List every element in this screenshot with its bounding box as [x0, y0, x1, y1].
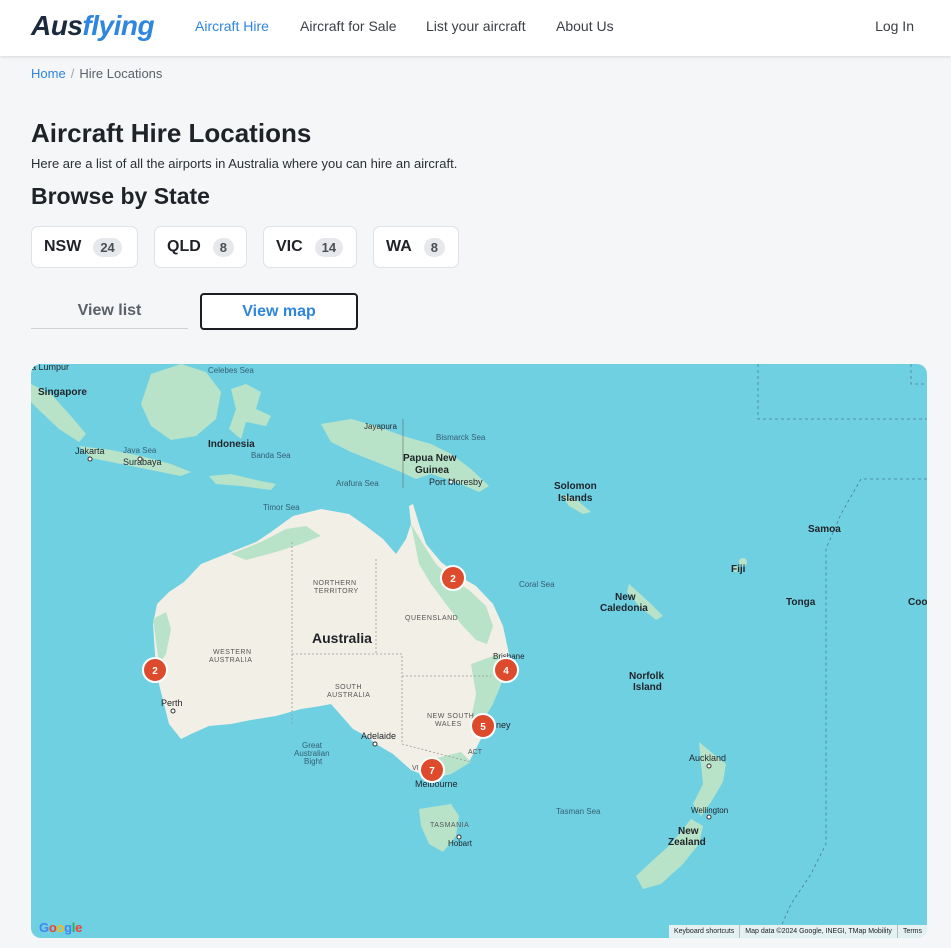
state-count-badge: 8: [423, 237, 446, 257]
state-chip-qld[interactable]: QLD 8: [154, 226, 247, 268]
cluster-count: 4: [503, 666, 509, 677]
map-label: Solomon: [554, 481, 597, 492]
breadcrumb-home[interactable]: Home: [31, 66, 66, 81]
map-label: Zealand: [668, 837, 706, 848]
map-label: NORTHERN: [313, 580, 357, 587]
top-navbar: Ausflying Aircraft Hire Aircraft for Sal…: [0, 0, 951, 56]
map-label: Australia: [312, 630, 372, 646]
map-label: Port Moresby: [429, 477, 483, 487]
map-label: Celebes Sea: [208, 366, 254, 375]
map-label: Caledonia: [600, 603, 648, 614]
page-title: Aircraft Hire Locations: [31, 118, 312, 148]
terms-link[interactable]: Terms: [896, 925, 927, 938]
ausflying-logo[interactable]: Ausflying: [31, 10, 155, 42]
map-label: Islands: [558, 493, 593, 504]
nav-about-us[interactable]: About Us: [556, 18, 614, 34]
map-label: TERRITORY: [314, 588, 359, 595]
map-label: Tonga: [786, 597, 816, 608]
map-label: Tasman Sea: [556, 807, 601, 816]
map-label: AUSTRALIA: [209, 657, 252, 664]
state-count-badge: 14: [314, 237, 344, 257]
cluster-count: 2: [152, 666, 158, 677]
state-code: QLD: [167, 238, 201, 255]
map-label: New: [615, 592, 636, 603]
state-code: WA: [386, 238, 412, 255]
map-label: Hobart: [448, 839, 473, 848]
map-label: ney: [496, 720, 511, 730]
map-label: Guinea: [415, 465, 449, 476]
map-attribution-bar: Keyboard shortcuts Map data ©2024 Google…: [668, 925, 927, 938]
map-label: Jayapura: [364, 422, 397, 431]
map-label: Jakarta: [75, 446, 105, 456]
cluster-marker[interactable]: 4: [493, 657, 519, 683]
cluster-count: 2: [450, 574, 456, 585]
map-label: Wellington: [691, 806, 728, 815]
page-subtitle: Here are a list of all the airports in A…: [31, 156, 458, 171]
map-label: Bight: [304, 757, 323, 766]
map-label: Timor Sea: [263, 503, 300, 512]
breadcrumb-separator: /: [70, 66, 75, 81]
nav-list-your-aircraft[interactable]: List your aircraft: [426, 18, 526, 34]
map-label: Perth: [161, 698, 183, 708]
map-label: ACT: [468, 749, 483, 756]
keyboard-shortcuts-link[interactable]: Keyboard shortcuts: [669, 925, 739, 938]
state-code: NSW: [44, 238, 82, 255]
view-list-tab[interactable]: View list: [31, 293, 188, 329]
browse-by-state-heading: Browse by State: [31, 183, 210, 209]
map-label: Indonesia: [208, 439, 255, 450]
nav-aircraft-hire[interactable]: Aircraft Hire: [195, 18, 269, 34]
map-label: Arafura Sea: [336, 479, 379, 488]
map-label: Coo: [908, 597, 927, 608]
breadcrumb-current: Hire Locations: [79, 66, 163, 81]
map-label: SOUTH: [335, 684, 362, 691]
sulawesi-landmass: [229, 384, 271, 439]
cluster-count: 5: [480, 722, 486, 733]
state-code: VIC: [276, 238, 303, 255]
map-data-attribution: Map data ©2024 Google, INEGI, TMap Mobil…: [739, 925, 897, 938]
state-count-badge: 8: [212, 237, 235, 257]
map-label: NEW SOUTH: [427, 713, 474, 720]
map-label: Auckland: [689, 753, 726, 763]
map-canvas: a Lumpur Singapore Celebes Sea Jakarta J…: [31, 364, 927, 938]
map-label: Singapore: [38, 387, 87, 398]
map-label: QUEENSLAND: [405, 615, 458, 622]
map-label: Coral Sea: [519, 580, 555, 589]
map-label: Island: [633, 682, 662, 693]
map-label: Banda Sea: [251, 451, 291, 460]
google-logo: Google: [39, 920, 83, 935]
map-label: a Lumpur: [31, 364, 69, 372]
map-label: Java Sea: [123, 446, 157, 455]
breadcrumb: Home / Hire Locations: [31, 66, 162, 81]
locations-map[interactable]: a Lumpur Singapore Celebes Sea Jakarta J…: [31, 364, 927, 938]
map-label: Papua New: [403, 453, 457, 464]
map-label: Norfolk: [629, 671, 664, 682]
map-label: Bismarck Sea: [436, 433, 486, 442]
map-label: Fiji: [731, 564, 746, 575]
map-label: WALES: [435, 721, 462, 728]
map-label: VI: [412, 765, 419, 772]
cluster-marker[interactable]: 5: [470, 713, 496, 739]
state-count-badge: 24: [93, 237, 122, 257]
cluster-marker[interactable]: 7: [419, 757, 445, 783]
state-chip-wa[interactable]: WA 8: [373, 226, 459, 268]
map-label: TASMANIA: [430, 822, 469, 829]
map-label: Adelaide: [361, 731, 396, 741]
map-label: WESTERN: [213, 649, 252, 656]
map-label: Samoa: [808, 524, 841, 535]
map-label: AUSTRALIA: [327, 692, 370, 699]
cluster-marker[interactable]: 2: [440, 565, 466, 591]
view-map-tab[interactable]: View map: [200, 293, 358, 330]
borneo-landmass: [141, 364, 221, 440]
cluster-count: 7: [429, 766, 435, 777]
state-chip-nsw[interactable]: NSW 24: [31, 226, 138, 268]
map-label: New: [678, 826, 699, 837]
login-link[interactable]: Log In: [875, 18, 914, 34]
state-chip-vic[interactable]: VIC 14: [263, 226, 357, 268]
cluster-marker[interactable]: 2: [142, 657, 168, 683]
nav-aircraft-for-sale[interactable]: Aircraft for Sale: [300, 18, 396, 34]
